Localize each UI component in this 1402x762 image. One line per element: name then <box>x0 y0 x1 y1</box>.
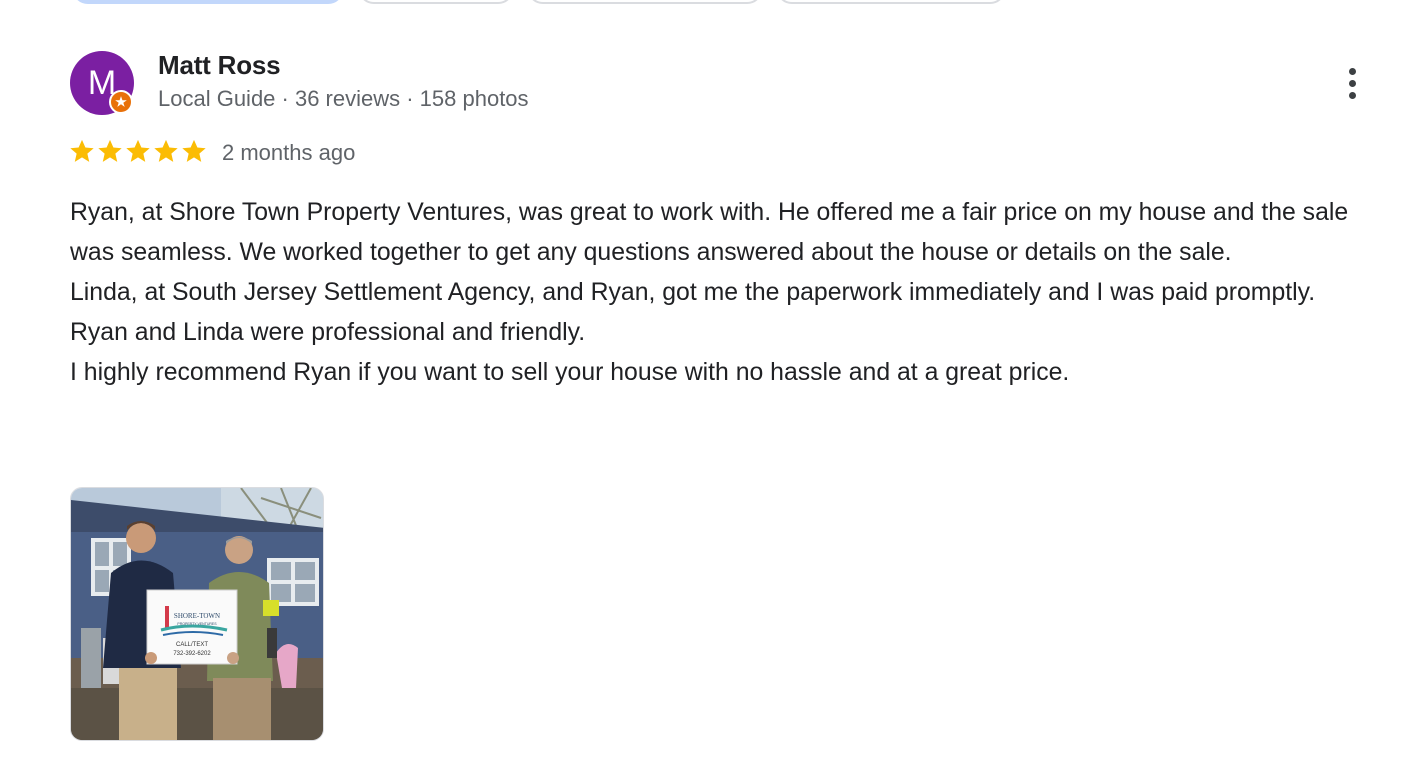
star-rating <box>68 136 208 168</box>
sign-title: SHORE-TOWN <box>174 612 220 620</box>
review-text: Ryan, at Shore Town Property Ventures, w… <box>70 193 1380 393</box>
star-icon <box>154 139 178 162</box>
review-paragraph: I highly recommend Ryan if you want to s… <box>70 359 1070 386</box>
review-paragraph: Ryan and Linda were professional and fri… <box>70 319 586 346</box>
filter-chip[interactable] <box>776 0 1006 4</box>
star-icon <box>182 139 206 162</box>
review-paragraph: Linda, at South Jersey Settlement Agency… <box>70 279 1316 306</box>
star-icon <box>98 139 122 162</box>
more-vert-icon <box>1348 67 1356 75</box>
review-date: 2 months ago <box>222 140 356 165</box>
star-icon <box>126 139 150 162</box>
more-options-button[interactable] <box>1332 60 1372 106</box>
filter-chip[interactable] <box>358 0 514 4</box>
filter-chip-selected[interactable] <box>72 0 344 4</box>
local-guide-badge-icon <box>109 90 133 114</box>
review-paragraph: Ryan, at Shore Town Property Ventures, w… <box>70 199 1349 266</box>
reviewer-name[interactable]: Matt Ross <box>158 50 281 81</box>
review-photo[interactable]: SHORE-TOWN PROPERTY VENTURES CALL/TEXT 7… <box>70 487 324 741</box>
sign-phone: 732-392-6202 <box>173 651 211 657</box>
star-icon <box>70 139 94 162</box>
sign-subtitle: PROPERTY VENTURES <box>177 622 217 626</box>
sign-call: CALL/TEXT <box>176 642 208 648</box>
reviewer-meta: Local Guide · 36 reviews · 158 photos <box>158 86 529 111</box>
review-page: M Matt Ross Local Guide · 36 reviews · 1… <box>0 0 1402 762</box>
filter-chip[interactable] <box>527 0 763 4</box>
